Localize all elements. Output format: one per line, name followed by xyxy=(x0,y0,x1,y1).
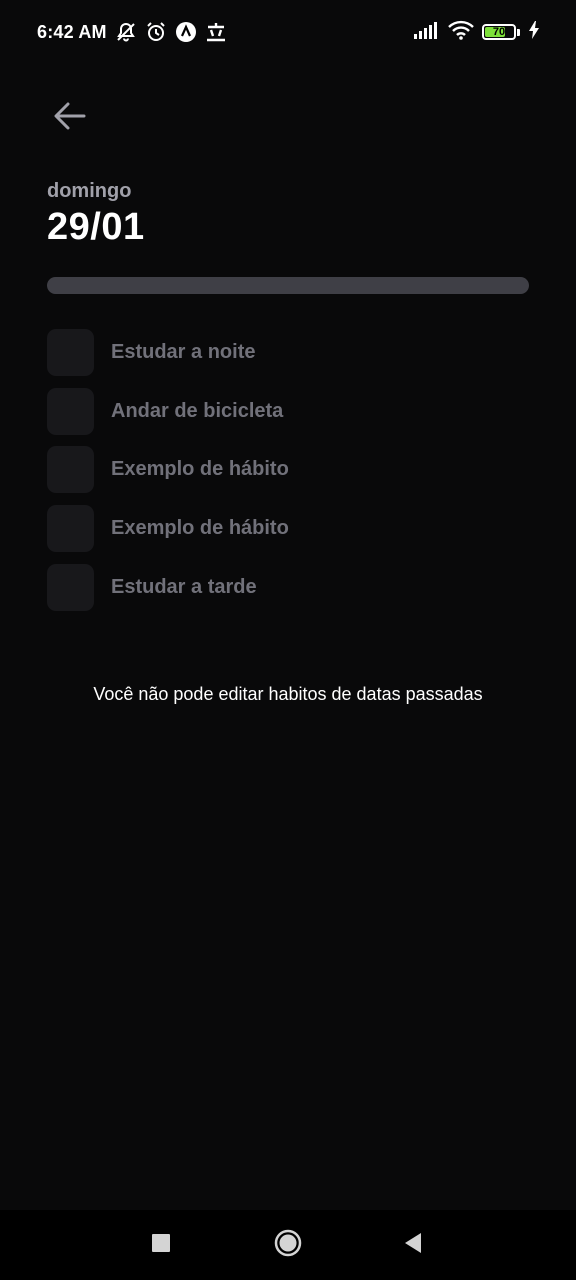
habit-checkbox[interactable] xyxy=(47,387,94,435)
habit-label: Exemplo de hábito xyxy=(111,458,289,481)
habit-label: Estudar a tarde xyxy=(111,575,257,598)
status-right: 70 xyxy=(414,20,540,45)
home-icon xyxy=(274,1229,302,1262)
habit-item[interactable]: Exemplo de hábito xyxy=(47,505,529,553)
back-button[interactable] xyxy=(48,96,92,140)
arrow-left-icon xyxy=(52,98,88,139)
habit-item[interactable]: Exemplo de hábito xyxy=(47,446,529,494)
app-a-icon xyxy=(175,21,197,43)
muted-bell-icon xyxy=(115,21,137,43)
habit-checkbox[interactable] xyxy=(47,563,94,611)
battery-tip xyxy=(517,28,520,36)
habit-checkbox[interactable] xyxy=(47,329,94,376)
habit-checkbox[interactable] xyxy=(47,446,94,494)
back-icon xyxy=(403,1232,423,1259)
habit-checkbox[interactable] xyxy=(47,505,94,553)
date-title: 29/01 xyxy=(47,206,145,248)
habit-list: Estudar a noite Andar de bicicleta Exemp… xyxy=(47,329,529,622)
system-back-button[interactable] xyxy=(395,1227,431,1263)
weekday-label: domingo xyxy=(47,180,132,202)
habit-label: Exemplo de hábito xyxy=(111,517,289,540)
recent-apps-icon xyxy=(151,1233,171,1258)
battery-body: 70 xyxy=(482,24,516,40)
signal-icon xyxy=(414,21,440,44)
alarm-icon xyxy=(145,21,167,43)
habit-label: Andar de bicicleta xyxy=(111,399,284,422)
charging-icon xyxy=(528,20,540,44)
recent-apps-button[interactable] xyxy=(143,1227,179,1263)
home-button[interactable] xyxy=(270,1227,306,1263)
progress-bar xyxy=(47,277,529,294)
battery-level: 70 xyxy=(492,26,506,38)
habit-item[interactable]: Estudar a noite xyxy=(47,329,529,376)
status-bar: 6:42 AM 70 xyxy=(0,0,576,64)
wifi-icon xyxy=(448,20,474,45)
habit-label: Estudar a noite xyxy=(111,341,256,363)
navigation-bar xyxy=(0,1210,576,1280)
status-time: 6:42 AM xyxy=(37,21,107,42)
habit-item[interactable]: Estudar a tarde xyxy=(47,563,529,611)
past-date-notice: Você não pode editar habitos de datas pa… xyxy=(93,684,483,704)
status-left: 6:42 AM xyxy=(37,21,227,43)
battery-icon: 70 xyxy=(482,24,520,40)
app-chinese-icon xyxy=(205,21,227,43)
habit-item[interactable]: Andar de bicicleta xyxy=(47,387,529,435)
